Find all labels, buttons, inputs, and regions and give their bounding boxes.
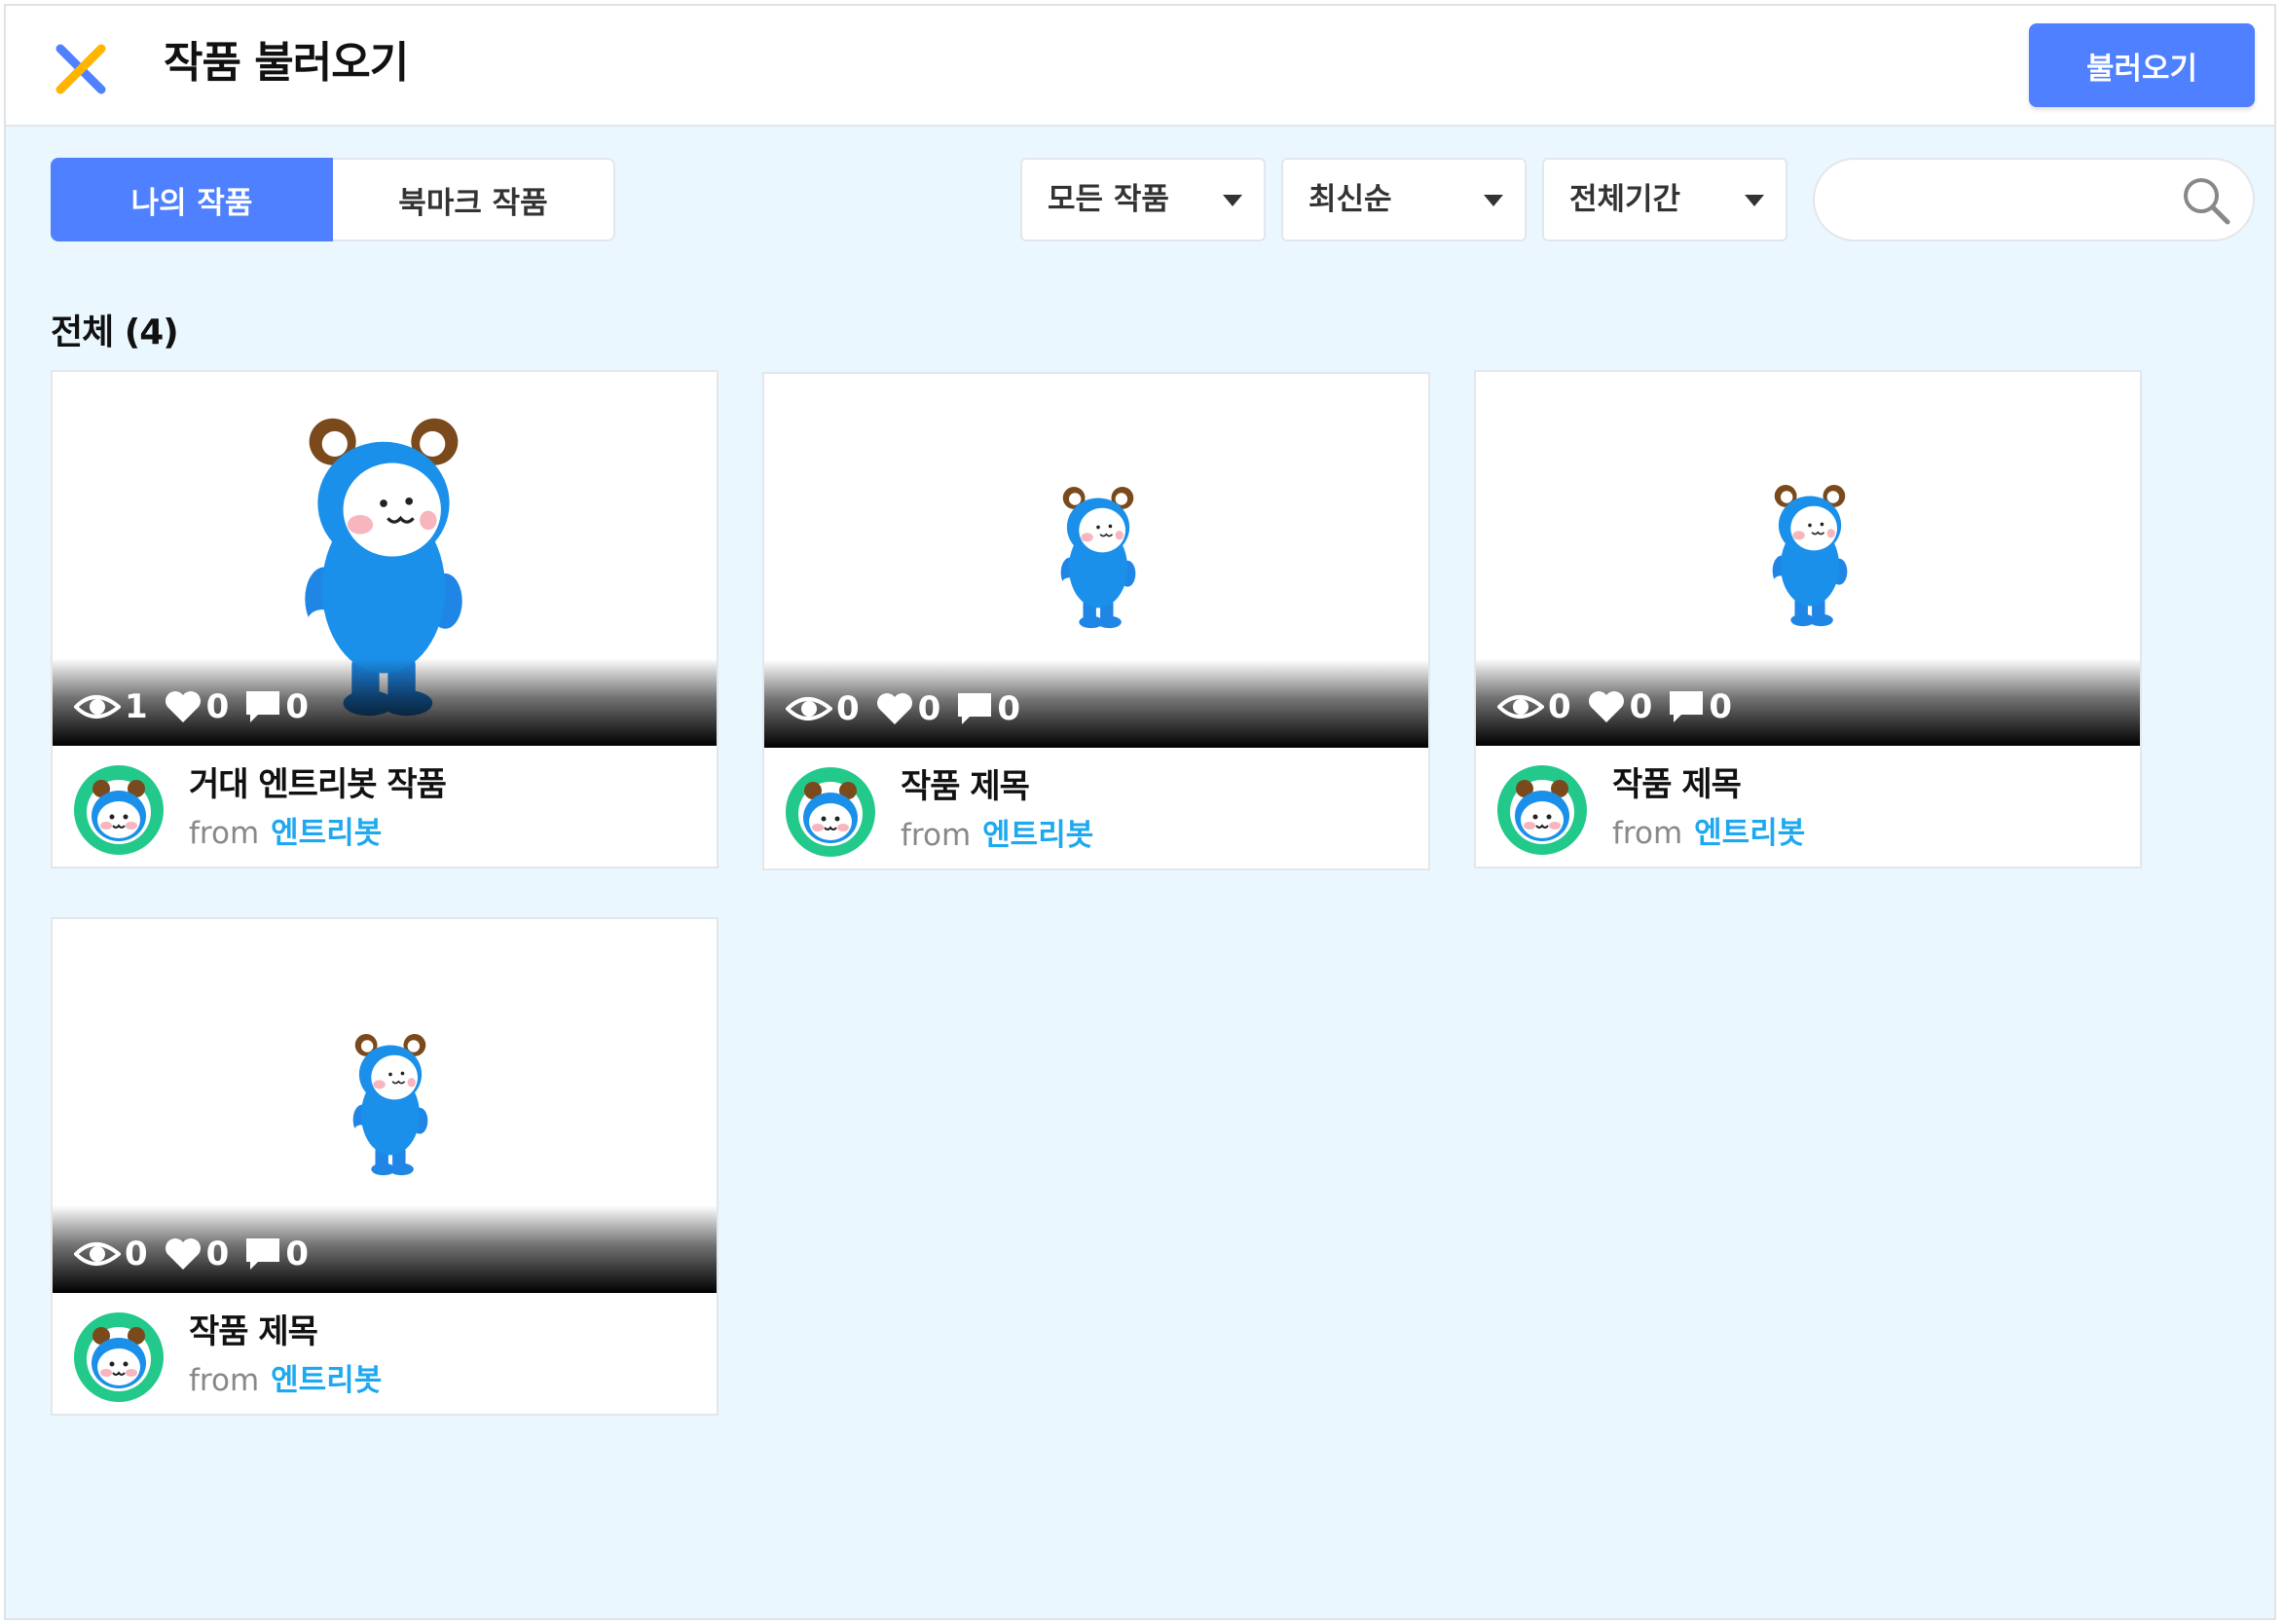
view-count: 0 [836, 689, 860, 728]
project-author-line: from 엔트리봇 [1612, 808, 1805, 852]
heart-icon [165, 1238, 201, 1270]
from-label: from [901, 818, 972, 853]
avatar [74, 765, 164, 855]
project-thumbnail[interactable]: 0 0 0 [53, 919, 717, 1293]
sort-dropdown[interactable]: 최신순 [1281, 158, 1527, 241]
comment-count: 0 [285, 1235, 310, 1273]
project-tabs: 나의 작품 북마크 작품 [51, 158, 615, 241]
project-author-line: from 엔트리봇 [189, 808, 382, 852]
entrybot-image [1771, 484, 1849, 627]
comment-icon [1670, 691, 1704, 722]
project-author-line: from 엔트리봇 [189, 1355, 382, 1399]
search-box [1813, 158, 2255, 241]
project-title: 거대 엔트리봇 작품 [189, 765, 447, 804]
project-stats: 0 0 0 [1497, 687, 1748, 726]
like-count: 0 [205, 1235, 230, 1273]
period-dropdown-label: 전체기간 [1569, 182, 1681, 217]
period-dropdown[interactable]: 전체기간 [1542, 158, 1787, 241]
eye-icon [74, 695, 121, 719]
comment-count: 0 [997, 689, 1021, 728]
load-project-dialog: 작품 불러오기 불러오기 나의 작품 북마크 작품 모든 작품 최신순 전체기간… [4, 4, 2276, 1620]
entrybot-image [351, 1033, 429, 1176]
project-count: 전체 (4) [51, 313, 179, 352]
load-button[interactable]: 불러오기 [2029, 23, 2255, 107]
avatar [786, 767, 875, 857]
eye-icon [786, 697, 832, 720]
project-author-line: from 엔트리봇 [901, 810, 1093, 854]
from-label: from [189, 816, 260, 851]
heart-icon [165, 691, 201, 722]
entrybot-image [1059, 486, 1137, 629]
author-link[interactable]: 엔트리봇 [982, 818, 1093, 853]
project-card[interactable]: 0 0 0 작품 제목 from 엔트리봇 [51, 917, 718, 1416]
comment-count: 0 [1709, 687, 1733, 726]
comment-icon [246, 1238, 280, 1270]
project-thumbnail[interactable]: 1 0 0 [53, 372, 717, 746]
view-count: 0 [1548, 687, 1571, 726]
project-card[interactable]: 0 0 0 작품 제목 from 엔트리봇 [1474, 370, 2142, 868]
tab-bookmarked-projects[interactable]: 북마크 작품 [333, 158, 615, 241]
author-link[interactable]: 엔트리봇 [1694, 816, 1805, 851]
comment-count: 0 [285, 687, 310, 726]
project-stats: 0 0 0 [74, 1235, 324, 1273]
category-dropdown[interactable]: 모든 작품 [1020, 158, 1266, 241]
project-card[interactable]: 1 0 0 거대 엔트리봇 작품 from 엔트리봇 [51, 370, 718, 868]
heart-icon [876, 693, 912, 724]
from-label: from [1612, 816, 1683, 851]
project-stats: 1 0 0 [74, 687, 324, 726]
project-card[interactable]: 0 0 0 작품 제목 from 엔트리봇 [762, 372, 1430, 870]
avatar [1497, 765, 1587, 855]
author-link[interactable]: 엔트리봇 [271, 1363, 382, 1398]
eye-icon [1497, 695, 1544, 719]
category-dropdown-label: 모든 작품 [1048, 182, 1169, 217]
heart-icon [1588, 691, 1624, 722]
dialog-header: 작품 불러오기 불러오기 [6, 6, 2274, 127]
comment-icon [246, 691, 280, 722]
from-label: from [189, 1363, 260, 1398]
tab-my-projects[interactable]: 나의 작품 [51, 158, 333, 241]
project-title: 작품 제목 [189, 1312, 318, 1351]
search-icon[interactable] [2181, 175, 2231, 226]
project-title: 작품 제목 [901, 767, 1030, 806]
chevron-down-icon [1745, 195, 1764, 206]
sort-dropdown-label: 최신순 [1308, 182, 1392, 217]
view-count: 1 [125, 687, 148, 726]
search-input[interactable] [1844, 175, 2169, 226]
avatar [74, 1312, 164, 1402]
project-thumbnail[interactable]: 0 0 0 [1476, 372, 2140, 746]
project-stats: 0 0 0 [786, 689, 1036, 728]
dialog-title: 작품 불러오기 [164, 38, 409, 88]
view-count: 0 [125, 1235, 148, 1273]
project-thumbnail[interactable]: 0 0 0 [764, 374, 1428, 748]
eye-icon [74, 1242, 121, 1266]
like-count: 0 [1629, 687, 1653, 726]
chevron-down-icon [1484, 195, 1503, 206]
like-count: 0 [205, 687, 230, 726]
project-title: 작품 제목 [1612, 765, 1742, 804]
author-link[interactable]: 엔트리봇 [271, 816, 382, 851]
chevron-down-icon [1223, 195, 1242, 206]
entry-x-logo-icon[interactable] [55, 43, 107, 95]
comment-icon [958, 693, 992, 724]
like-count: 0 [917, 689, 941, 728]
